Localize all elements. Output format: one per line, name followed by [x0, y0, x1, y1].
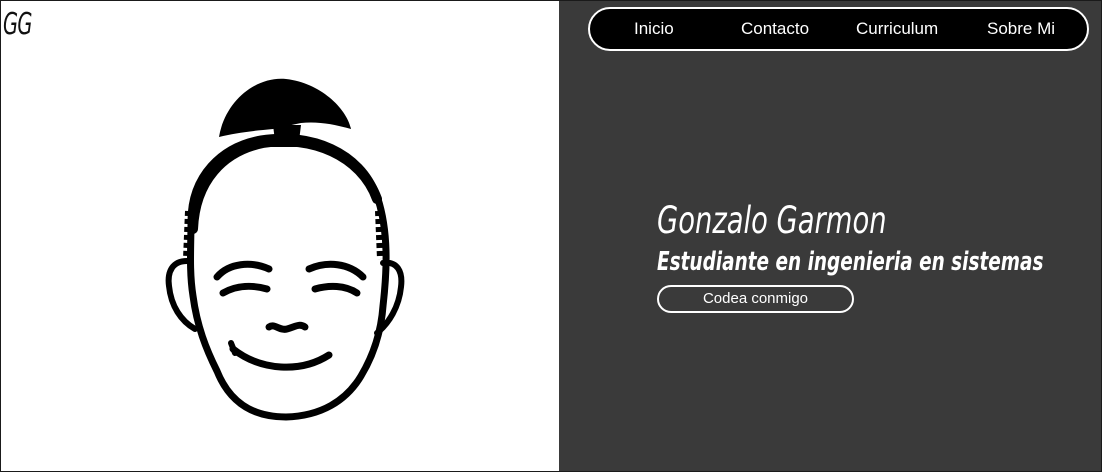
eye-right-upper [305, 260, 367, 281]
eye-left-lower [219, 282, 271, 297]
nav-item-sobre-mi[interactable]: Sobre Mi [987, 9, 1055, 49]
hero-role: Estudiante en ingenieria en sistemas [657, 247, 1044, 277]
mouth [229, 345, 333, 371]
nav-item-curriculum[interactable]: Curriculum [856, 9, 938, 49]
hero-name: Gonzalo Garmon [657, 199, 887, 242]
mouth-corner [228, 340, 238, 356]
top-navigation: Inicio Contacto Curriculum Sobre Mi [588, 7, 1089, 51]
page: GG Inicio Contacto Curriculum Sobre Mi G… [0, 0, 1102, 472]
portrait-illustration [165, 78, 405, 421]
eye-right-lower [311, 282, 361, 297]
left-panel: GG [1, 1, 559, 471]
nav-item-contacto[interactable]: Contacto [741, 9, 809, 49]
eye-left-upper [213, 260, 273, 281]
nav-item-inicio[interactable]: Inicio [634, 9, 674, 49]
nose [265, 321, 309, 333]
codea-conmigo-button[interactable]: Codea conmigo [657, 285, 854, 313]
site-logo[interactable]: GG [3, 7, 32, 42]
right-panel: Inicio Contacto Curriculum Sobre Mi Gonz… [559, 1, 1101, 471]
